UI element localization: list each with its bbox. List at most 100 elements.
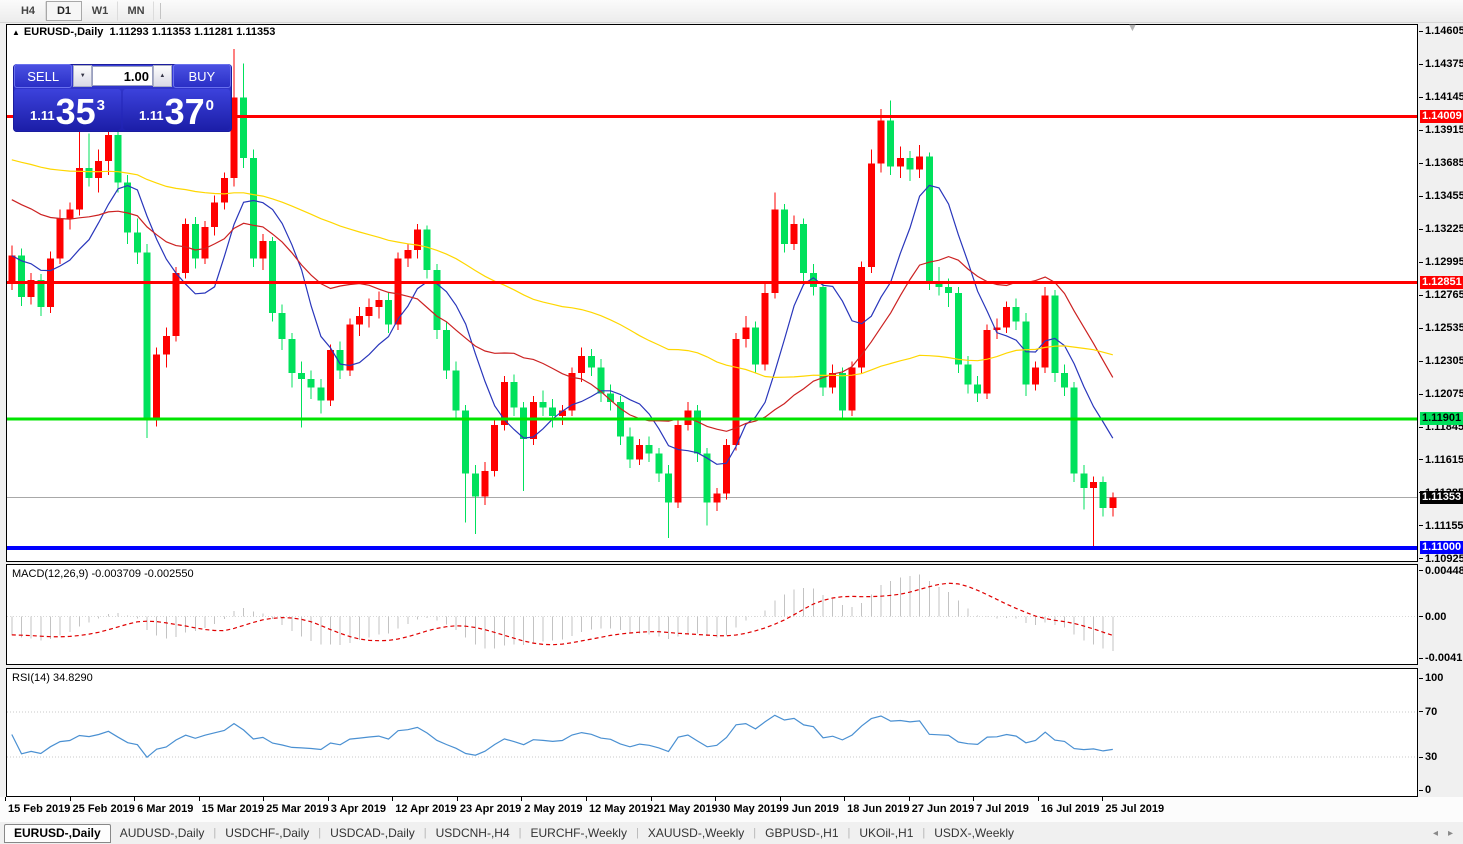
- buy-price-button[interactable]: 1.11 37 0: [123, 89, 230, 130]
- date-axis-label: 6 Mar 2019: [137, 803, 193, 815]
- macd-panel: MACD(12,26,9) -0.003709 -0.002550 0.0044…: [0, 564, 1463, 665]
- tabs-scroll-left-icon[interactable]: ◂: [1433, 828, 1438, 839]
- rsi-axis: 10070300: [1419, 669, 1463, 796]
- price-axis-label: 1.14375: [1425, 58, 1463, 70]
- price-axis-tick: [1419, 558, 1423, 559]
- price-axis-label: 1.12995: [1425, 256, 1463, 268]
- buy-price-prefix: 1.11: [139, 108, 164, 123]
- date-axis-label: 2 May 2019: [524, 803, 582, 815]
- date-axis-tick: [134, 797, 135, 801]
- date-axis-tick: [844, 797, 845, 801]
- sell-price-button[interactable]: 1.11 35 3: [14, 89, 121, 130]
- chart-tab-xauusd-weekly[interactable]: XAUUSD-,Weekly: [639, 825, 753, 842]
- rsi-axis-tick: [1419, 711, 1423, 712]
- volume-input[interactable]: [92, 66, 153, 86]
- rsi-axis-tick: [1419, 757, 1423, 758]
- price-axis-tick: [1419, 229, 1423, 230]
- date-axis-label: 27 Jun 2019: [912, 803, 974, 815]
- toolbar-separator: [160, 3, 161, 19]
- price-axis-label: 1.12765: [1425, 289, 1463, 301]
- price-axis-label: 1.13225: [1425, 223, 1463, 235]
- price-axis-tick: [1419, 262, 1423, 263]
- timeframe-button-mn[interactable]: MN: [118, 1, 154, 21]
- chart-shift-marker-icon[interactable]: ▼: [1127, 22, 1138, 34]
- date-axis-tick: [328, 797, 329, 801]
- macd-label: MACD(12,26,9) -0.003709 -0.002550: [12, 568, 194, 580]
- price-level-badge: 1.14009: [1420, 110, 1463, 123]
- collapse-panel-icon[interactable]: ▲: [12, 28, 20, 37]
- chart-symbol-label: EURUSD-,Daily: [24, 26, 103, 38]
- date-axis-label: 15 Feb 2019: [8, 803, 70, 815]
- date-axis-label: 21 May 2019: [654, 803, 718, 815]
- macd-axis-label: -0.0041: [1425, 652, 1462, 664]
- chart-tab-usdcad-daily[interactable]: USDCAD-,Daily: [321, 825, 424, 842]
- buy-price-main: 37: [165, 94, 205, 130]
- volume-increase-button[interactable]: ▲: [153, 65, 172, 87]
- chart-tab-usdcnh-h4[interactable]: USDCNH-,H4: [427, 825, 519, 842]
- macd-axis-label: 0.004484: [1425, 565, 1463, 577]
- chart-tab-bar: EURUSD-,DailyAUDUSD-,Daily|USDCHF-,Daily…: [0, 822, 1463, 844]
- volume-decrease-button[interactable]: ▼: [73, 65, 92, 87]
- price-axis-tick: [1419, 130, 1423, 131]
- chart-tab-audusd-daily[interactable]: AUDUSD-,Daily: [111, 825, 214, 842]
- chart-tab-usdchf-daily[interactable]: USDCHF-,Daily: [216, 825, 318, 842]
- tabs-scroll-right-icon[interactable]: ▸: [1448, 828, 1453, 839]
- date-axis-label: 3 Apr 2019: [331, 803, 386, 815]
- timeframe-button-h4[interactable]: H4: [10, 1, 46, 21]
- date-axis-label: 25 Mar 2019: [266, 803, 328, 815]
- date-axis-label: 9 Jun 2019: [783, 803, 839, 815]
- date-axis-tick: [973, 797, 974, 801]
- date-axis-tick: [70, 797, 71, 801]
- price-axis-label: 1.14605: [1425, 25, 1463, 37]
- date-axis-tick: [1038, 797, 1039, 801]
- sell-price-prefix: 1.11: [30, 108, 55, 123]
- price-axis-tick: [1419, 459, 1423, 460]
- date-axis-tick: [263, 797, 264, 801]
- chart-tab-ukoil-h1[interactable]: UKOil-,H1: [850, 825, 922, 842]
- date-axis-label: 25 Feb 2019: [73, 803, 135, 815]
- chart-tab-eurusd-daily[interactable]: EURUSD-,Daily: [4, 824, 111, 843]
- date-axis-label: 18 Jun 2019: [847, 803, 909, 815]
- macd-chart[interactable]: [6, 564, 1418, 665]
- price-axis-label: 1.11155: [1425, 520, 1463, 532]
- date-axis-tick: [392, 797, 393, 801]
- sell-price-main: 35: [56, 94, 96, 130]
- date-axis-label: 12 May 2019: [589, 803, 653, 815]
- date-axis-tick: [909, 797, 910, 801]
- macd-axis-tick: [1419, 570, 1423, 571]
- date-axis-label: 23 Apr 2019: [460, 803, 521, 815]
- price-axis-tick: [1419, 163, 1423, 164]
- chart-ohlc-values: 1.11293 1.11353 1.11281 1.11353: [110, 26, 276, 38]
- sell-button[interactable]: SELL: [14, 64, 72, 88]
- price-axis-label: 1.12075: [1425, 388, 1463, 400]
- price-axis-label: 1.12535: [1425, 322, 1463, 334]
- date-axis-label: 16 Jul 2019: [1041, 803, 1100, 815]
- buy-button[interactable]: BUY: [173, 64, 231, 88]
- date-axis-tick: [5, 797, 6, 801]
- price-level-badge: 1.11353: [1420, 491, 1463, 504]
- chart-tab-usdx-weekly[interactable]: USDX-,Weekly: [925, 825, 1023, 842]
- date-axis: 15 Feb 201925 Feb 20196 Mar 201915 Mar 2…: [0, 797, 1463, 823]
- timeframe-button-w1[interactable]: W1: [82, 1, 118, 21]
- sell-price-pip: 3: [97, 97, 105, 114]
- rsi-axis-tick: [1419, 678, 1423, 679]
- main-chart-panel: ▲ EURUSD-,Daily 1.11293 1.11353 1.11281 1…: [0, 22, 1463, 561]
- price-axis-label: 1.14145: [1425, 91, 1463, 103]
- price-axis-tick: [1419, 97, 1423, 98]
- date-axis-tick: [1102, 797, 1103, 801]
- timeframe-button-d1[interactable]: D1: [46, 1, 82, 21]
- macd-axis-tick: [1419, 658, 1423, 659]
- price-axis-label: 1.11615: [1425, 454, 1463, 466]
- date-axis-tick: [715, 797, 716, 801]
- rsi-axis-tick: [1419, 790, 1423, 791]
- price-axis-tick: [1419, 361, 1423, 362]
- macd-axis-label: 0.00: [1425, 611, 1446, 623]
- price-axis-label: 1.13915: [1425, 124, 1463, 136]
- price-axis-tick: [1419, 394, 1423, 395]
- price-axis-tick: [1419, 196, 1423, 197]
- chart-tab-gbpusd-h1[interactable]: GBPUSD-,H1: [756, 825, 847, 842]
- chart-tab-eurchf-weekly[interactable]: EURCHF-,Weekly: [522, 825, 636, 842]
- rsi-chart[interactable]: [6, 668, 1418, 797]
- price-level-badge: 1.11901: [1420, 412, 1463, 425]
- date-axis-tick: [780, 797, 781, 801]
